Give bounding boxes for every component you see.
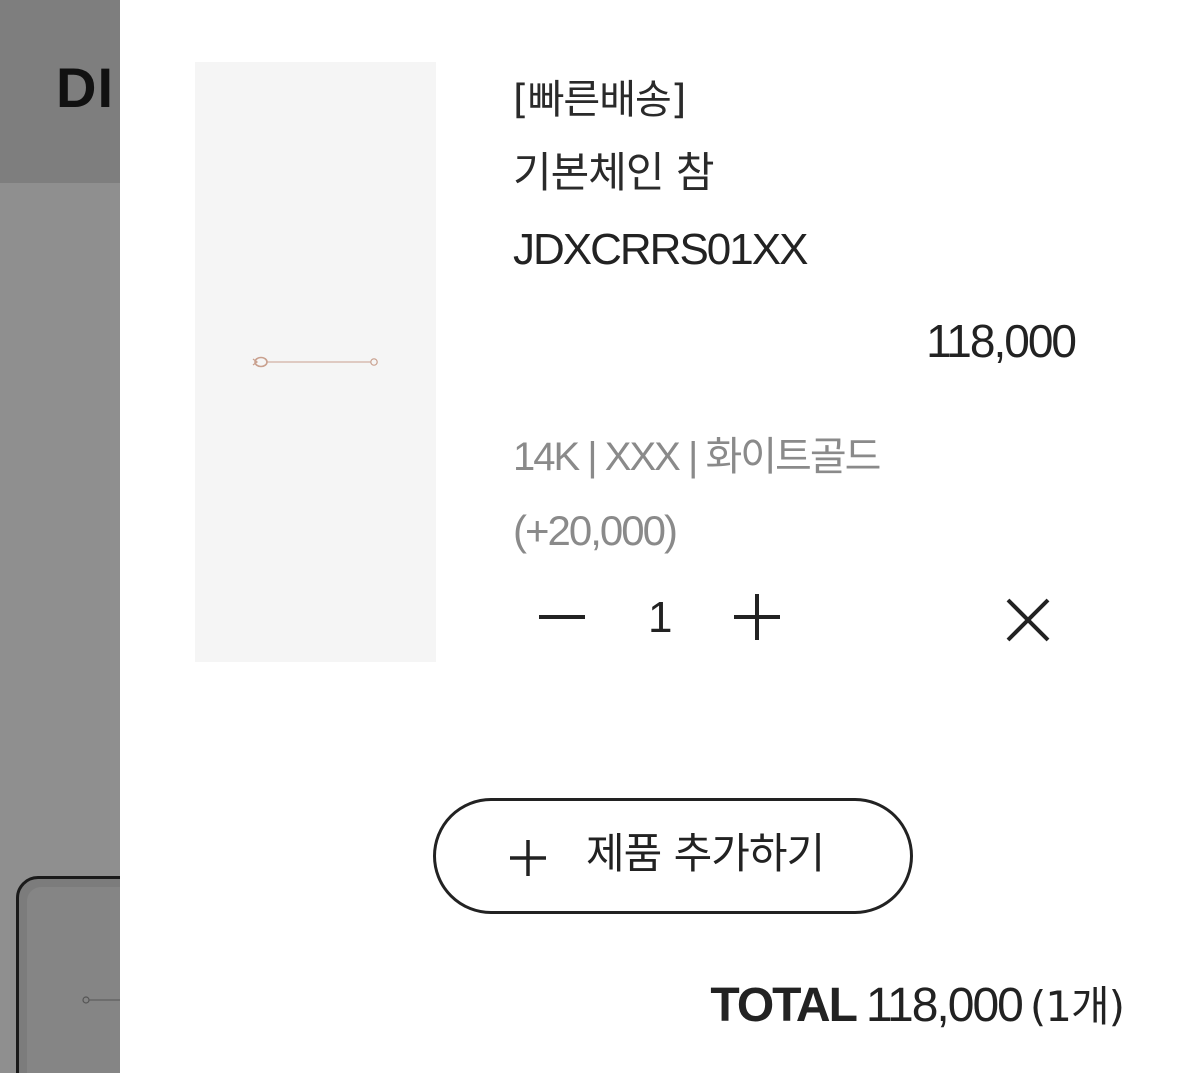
product-option-price: (+20,000) <box>513 507 678 554</box>
product-price: 118,000 <box>926 315 1077 367</box>
remove-item-button[interactable] <box>1000 592 1056 648</box>
plus-icon <box>510 840 546 876</box>
cart-drawer: [빠른배송] 기본체인 참 JDXCRRS01XX 118,000 14K | … <box>120 0 1200 1073</box>
background-page-overlay[interactable]: DI <box>0 0 120 1073</box>
product-tag: [빠른배송] <box>513 77 686 123</box>
background-product-card <box>16 876 120 1073</box>
plus-icon <box>734 594 780 640</box>
increase-quantity-button[interactable] <box>727 594 787 644</box>
product-code: JDXCRRS01XX <box>513 225 808 274</box>
product-name[interactable]: 기본체인 참 <box>513 152 715 194</box>
background-product-image <box>27 887 120 1073</box>
quantity-value: 1 <box>648 593 673 642</box>
total-label: TOTAL <box>710 979 858 1032</box>
add-product-label: 제품 추가하기 <box>586 829 825 878</box>
add-product-button[interactable]: 제품 추가하기 <box>433 798 913 914</box>
background-header: DI <box>0 0 120 183</box>
total-item-count: (1개) <box>1029 982 1125 1031</box>
total-amount: 118,000 <box>865 979 1024 1032</box>
background-chain-icon <box>82 996 120 1004</box>
decrease-quantity-button[interactable] <box>532 594 592 644</box>
close-icon <box>1006 598 1050 642</box>
background-logo: DI <box>56 56 114 119</box>
minus-icon <box>539 615 585 619</box>
chain-charm-icon <box>252 356 378 368</box>
cart-total: TOTAL 118,000 (1개) <box>710 979 1125 1032</box>
product-thumbnail[interactable] <box>195 62 436 662</box>
product-option: 14K | XXX | 화이트골드 <box>513 435 881 479</box>
